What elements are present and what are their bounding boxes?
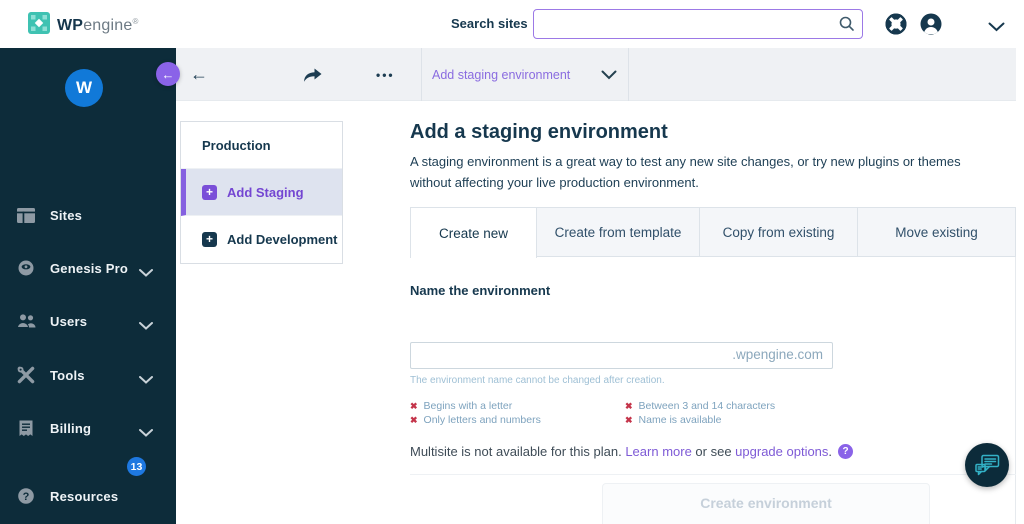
validation-text: Name is available (638, 414, 722, 426)
name-environment-label: Name the environment (410, 283, 551, 298)
sidebar-item-tools[interactable]: Tools (0, 362, 176, 388)
validation-text: Between 3 and 14 characters (638, 400, 776, 412)
x-mark-icon: ✖ (410, 400, 418, 411)
env-item-add-development[interactable]: + Add Development (181, 216, 342, 263)
name-helper-text: The environment name cannot be changed a… (410, 375, 665, 386)
tab-copy-from-existing[interactable]: Copy from existing (700, 207, 858, 257)
create-environment-button[interactable]: Create environment (602, 483, 930, 524)
svg-text:?: ? (23, 491, 30, 503)
multisite-notice: Multisite is not available for this plan… (410, 444, 854, 459)
top-bar: WPengine® Search sites (0, 0, 1024, 48)
validation-character-length: ✖ Between 3 and 14 characters (625, 400, 775, 412)
search-sites-label: Search sites (451, 16, 528, 31)
learn-more-link[interactable]: Learn more (625, 444, 691, 459)
page-description: A staging environment is a great way to … (410, 154, 961, 191)
environment-name-input[interactable] (410, 342, 833, 369)
question-help-icon[interactable]: ? (838, 444, 854, 459)
chevron-down-icon (139, 424, 153, 442)
sidebar-item-label: Tools (50, 367, 85, 383)
back-arrow-button[interactable]: ← (190, 48, 208, 101)
x-mark-icon: ✖ (410, 414, 418, 425)
resources-count-badge: 13 (127, 457, 146, 476)
sidebar-item-genesis-pro[interactable]: Genesis Pro (0, 255, 176, 281)
toolbar-divider (628, 48, 629, 101)
validation-text: Only letters and numbers (423, 414, 541, 426)
environment-toolbar: ← ••• Add staging environment (176, 48, 1016, 101)
live-chat-button[interactable] (965, 443, 1009, 487)
wpengine-logo[interactable]: WPengine® (28, 12, 139, 39)
more-options-button[interactable]: ••• (376, 48, 395, 101)
create-environment-tabs: Create new Create from template Copy fro… (410, 207, 1016, 258)
env-item-label: Add Staging (227, 184, 304, 200)
wpengine-logo-icon (28, 12, 50, 39)
upgrade-options-link[interactable]: upgrade options (735, 444, 828, 459)
multisite-text: Multisite is not available for this plan… (410, 444, 626, 459)
plus-square-icon: + (202, 184, 217, 200)
x-mark-icon: ✖ (625, 400, 633, 411)
search-input[interactable] (533, 9, 863, 39)
search-field-wrap (533, 9, 863, 39)
env-item-label: Production (202, 137, 271, 153)
search-icon (839, 16, 854, 31)
resources-question-icon: ? (16, 487, 36, 505)
genesis-pro-icon (16, 259, 36, 277)
sidebar-item-label: Users (50, 313, 88, 329)
account-menu-chevron-icon[interactable] (988, 19, 1005, 37)
multisite-text: or see (691, 444, 736, 459)
chevron-down-icon (139, 317, 153, 335)
toolbar-divider (421, 48, 422, 101)
environment-name-field-wrap: .wpengine.com (410, 342, 833, 369)
sidebar-item-resources[interactable]: ? Resources (0, 483, 176, 509)
validation-text: Begins with a letter (423, 400, 513, 412)
page-title: Add a staging environment (410, 121, 668, 143)
sidebar-item-label: Resources (50, 488, 119, 504)
chevron-down-icon (139, 264, 153, 282)
environment-dropdown-chevron-icon[interactable] (601, 48, 617, 101)
tab-create-new[interactable]: Create new (410, 207, 537, 258)
account-avatar-icon[interactable] (919, 12, 943, 36)
sidebar-item-billing[interactable]: Billing (0, 415, 176, 441)
validation-name-available: ✖ Name is available (625, 414, 721, 426)
tab-move-existing[interactable]: Move existing (858, 207, 1016, 257)
tab-create-from-template[interactable]: Create from template (537, 207, 700, 257)
share-arrow-icon (304, 68, 322, 82)
environment-list-panel: Production + Add Staging + Add Developme… (180, 121, 343, 264)
env-item-add-staging[interactable]: + Add Staging (181, 169, 342, 216)
validation-only-letters-numbers: ✖ Only letters and numbers (410, 414, 541, 426)
plus-square-icon: + (202, 232, 217, 247)
sidebar-item-label: Sites (50, 207, 83, 223)
validation-begins-with-letter: ✖ Begins with a letter (410, 400, 512, 412)
sidebar-item-label: Genesis Pro (50, 260, 129, 276)
x-mark-icon: ✖ (625, 414, 633, 425)
billing-icon (16, 420, 36, 437)
environment-dropdown[interactable]: Add staging environment (432, 48, 570, 101)
form-divider (410, 474, 1016, 475)
env-item-production[interactable]: Production (181, 122, 342, 169)
sidebar-item-label: Billing (50, 420, 92, 436)
users-icon (16, 314, 36, 328)
collapse-sidebar-button[interactable]: ← (156, 62, 180, 86)
env-item-label: Add Development (227, 232, 338, 247)
multisite-text: . (828, 444, 833, 459)
sidebar-item-sites[interactable]: Sites (0, 202, 176, 228)
share-arrow-button[interactable] (303, 48, 322, 101)
help-lifering-icon[interactable] (884, 12, 908, 36)
sites-icon (16, 207, 36, 223)
sidebar-nav: W Sites Genesis Pro Users Tools Billing … (0, 48, 176, 524)
wpengine-portal: WPengine® Search sites W Sites Genesis P… (0, 0, 1024, 524)
chevron-down-icon (139, 371, 153, 389)
brand-text: WPengine® (57, 16, 139, 34)
chat-bubbles-icon (974, 454, 999, 476)
sidebar-item-users[interactable]: Users (0, 308, 176, 334)
account-initial-avatar[interactable]: W (65, 69, 103, 107)
tools-icon (16, 366, 36, 384)
